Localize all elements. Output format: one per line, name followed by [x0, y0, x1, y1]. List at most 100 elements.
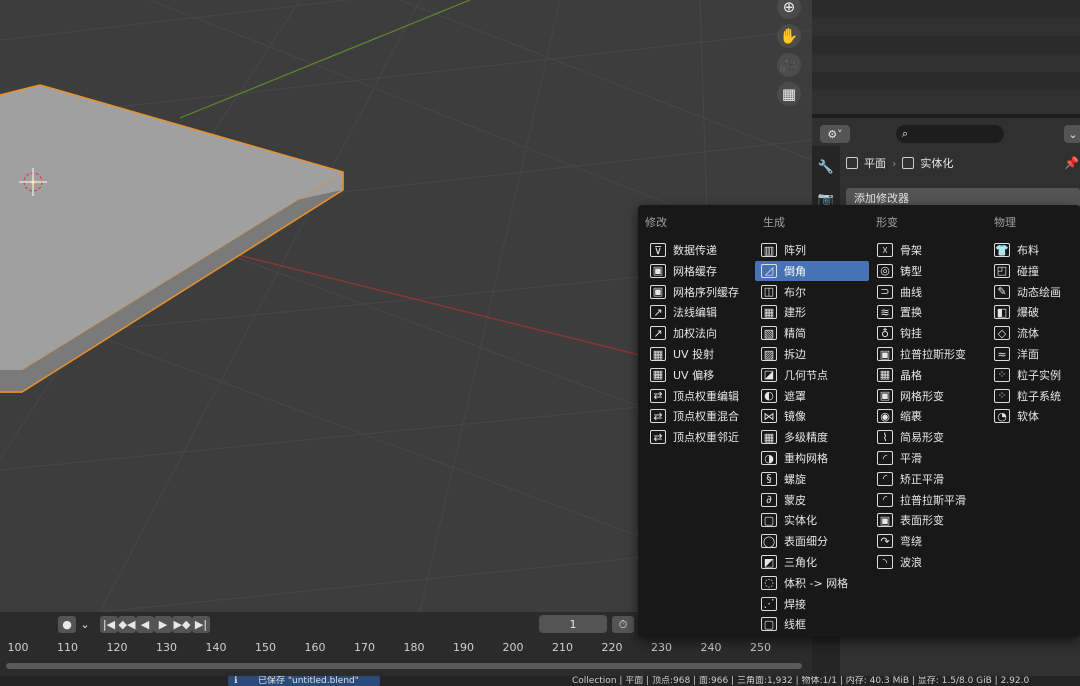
modifier-icon: ↷ — [877, 534, 893, 549]
modifier-menu-item[interactable]: ⇄ 顶点权重编辑 — [644, 386, 754, 406]
prev-keyframe-button[interactable]: ◆◀ — [118, 616, 136, 633]
modifier-menu-item[interactable]: § 螺旋 — [755, 469, 869, 489]
modifier-icon: ▣ — [877, 347, 893, 361]
hand-pan-icon[interactable]: ✋ — [777, 24, 801, 48]
outliner-row[interactable] — [812, 90, 1080, 108]
editor-type-dropdown[interactable]: ⚙˅ — [820, 125, 850, 143]
modifier-menu-item[interactable]: ◑ 重构网格 — [755, 448, 869, 468]
modifier-menu-item-label: 钩挂 — [900, 327, 922, 341]
modifier-menu-item[interactable]: ⇄ 顶点权重混合 — [644, 406, 754, 426]
modifier-menu-item[interactable]: ♁ 钩挂 — [871, 323, 983, 343]
modifier-menu-item-label: 体积 -> 网格 — [784, 576, 849, 590]
modifier-menu-item[interactable]: ⊽ 数据传递 — [644, 240, 754, 260]
modifier-icon: § — [761, 471, 777, 486]
modifier-icon: ▦ — [650, 367, 666, 382]
modifier-menu-item[interactable]: ▢ 实体化 — [755, 510, 869, 530]
modifier-menu-item[interactable]: ↗ 法线编辑 — [644, 302, 754, 322]
play-reverse-button[interactable]: ◀ — [136, 616, 154, 633]
modifier-menu-item[interactable]: ▧ 精简 — [755, 323, 869, 343]
modifier-menu-item[interactable]: ↗ 加权法向 — [644, 323, 754, 343]
chevron-down-icon[interactable]: ⌄ — [78, 616, 92, 633]
modifier-menu-item[interactable]: ◩ 三角化 — [755, 552, 869, 572]
stopwatch-icon[interactable]: ⏱ — [612, 616, 634, 633]
modifier-menu-item-label: 实体化 — [784, 514, 817, 528]
modifier-menu-item-label: 缩裹 — [900, 410, 922, 424]
modifier-menu-item[interactable]: ◪ 几何节点 — [755, 365, 869, 385]
chevron-down-icon[interactable]: ⌄ — [1064, 125, 1080, 143]
outliner-row[interactable] — [812, 54, 1080, 72]
timeline-tick-label: 180 — [403, 641, 425, 654]
modifier-menu-item[interactable]: ≈ 洋面 — [988, 344, 1080, 364]
modifier-menu-item[interactable]: ◧ 爆破 — [988, 302, 1080, 322]
modifier-menu-item[interactable]: ↷ 弯绕 — [871, 531, 983, 551]
modifier-menu-item[interactable]: ⁘ 粒子系统 — [988, 386, 1080, 406]
auto-keying-toggle[interactable]: ● — [58, 616, 76, 633]
modifier-menu-item-label: 顶点权重编辑 — [673, 389, 739, 403]
modifier-menu-item[interactable]: ◜ 平滑 — [871, 448, 983, 468]
jump-end-button[interactable]: ▶| — [192, 616, 210, 633]
properties-search-input[interactable]: ⌕ — [896, 125, 1004, 143]
next-keyframe-button[interactable]: ▶◆ — [172, 616, 192, 633]
modifier-menu-item[interactable]: ⊃ 曲线 — [871, 282, 983, 302]
modifier-menu-item[interactable]: ⁘ 粒子实例 — [988, 365, 1080, 385]
modifier-menu-item-label: 镜像 — [784, 410, 806, 424]
modifier-menu-item[interactable]: ▥ 阵列 — [755, 240, 869, 260]
modifier-menu-item[interactable]: ☓ 骨架 — [871, 240, 983, 260]
modifier-menu-item[interactable]: ▦ 建形 — [755, 302, 869, 322]
modifier-menu-item[interactable]: ◰ 碰撞 — [988, 261, 1080, 281]
modifier-menu-item[interactable]: ⇄ 顶点权重邻近 — [644, 427, 754, 447]
modifier-menu-item[interactable]: ▣ 网格缓存 — [644, 261, 754, 281]
modifier-menu-item[interactable]: ◯ 表面细分 — [755, 531, 869, 551]
pin-icon[interactable]: 📌 — [1064, 156, 1079, 170]
modifier-menu-item[interactable]: ∂ 蒙皮 — [755, 490, 869, 510]
modifier-menu-item[interactable]: ◎ 铸型 — [871, 261, 983, 281]
modifier-menu-item[interactable]: ✎ 动态绘画 — [988, 282, 1080, 302]
modifier-menu-item[interactable]: ◇ 流体 — [988, 323, 1080, 343]
modifier-menu-item[interactable]: ▦ 晶格 — [871, 365, 983, 385]
modifier-icon: ∂ — [761, 492, 777, 507]
modifier-menu-item[interactable]: ◜ 拉普拉斯平滑 — [871, 490, 983, 510]
modifier-menu-item[interactable]: ⋰ 焊接 — [755, 594, 869, 614]
outliner-row[interactable] — [812, 72, 1080, 90]
area-divider[interactable] — [812, 114, 1080, 118]
modifier-menu-item[interactable]: ⌇ 简易形变 — [871, 427, 983, 447]
modifier-menu-item[interactable]: ▦ UV 偏移 — [644, 365, 754, 385]
jump-start-button[interactable]: |◀ — [100, 616, 118, 633]
camera-icon[interactable]: 🎥 — [777, 53, 801, 77]
outliner-row[interactable] — [812, 36, 1080, 54]
tool-icon[interactable]: 🔧 — [816, 158, 836, 178]
modifier-menu-item[interactable]: ◔ 软体 — [988, 406, 1080, 426]
modifier-menu-item[interactable]: ▢ 线框 — [755, 614, 869, 634]
modifier-menu-item[interactable]: 👕 布料 — [988, 240, 1080, 260]
modifier-menu-item[interactable]: ▣ 表面形变 — [871, 510, 983, 530]
modifier-icon: ▦ — [761, 305, 777, 320]
modifier-menu-item[interactable]: ⋈ 镜像 — [755, 406, 869, 426]
plane-object[interactable] — [0, 84, 344, 393]
modifier-menu-item[interactable]: ◝ 波浪 — [871, 552, 983, 572]
modifier-icon: ⊃ — [877, 284, 893, 299]
modifier-menu-item[interactable]: ◫ 布尔 — [755, 282, 869, 302]
play-button[interactable]: ▶ — [154, 616, 172, 633]
modifier-menu-item[interactable]: ▣ 网格形变 — [871, 386, 983, 406]
timeline-tick-label: 240 — [700, 641, 722, 654]
modifier-menu-item[interactable]: ◐ 遮罩 — [755, 386, 869, 406]
modifier-menu-item[interactable]: ◜ 矫正平滑 — [871, 469, 983, 489]
modifier-menu-item[interactable]: ▦ 多级精度 — [755, 427, 869, 447]
modifier-menu-item[interactable]: ▣ 网格序列缓存 — [644, 282, 754, 302]
modifier-menu-item[interactable]: ◉ 缩裹 — [871, 406, 983, 426]
modifier-menu-item[interactable]: ◌ 体积 -> 网格 — [755, 573, 869, 593]
timeline-ruler[interactable]: 100 110 120 130 140 150 160 170 180 190 200 210 220 2… — [0, 637, 812, 659]
modifier-menu-item[interactable]: ▦ UV 投射 — [644, 344, 754, 364]
modifier-menu-item[interactable]: ▨ 拆边 — [755, 344, 869, 364]
current-frame-field[interactable]: 1 — [539, 615, 607, 633]
modifier-menu-item[interactable]: ▣ 拉普拉斯形变 — [871, 344, 983, 364]
modifier-menu-item-label: 阵列 — [784, 244, 806, 257]
outliner-row[interactable] — [812, 0, 1080, 18]
modifier-icon: ◜ — [877, 492, 893, 507]
grid-ortho-icon[interactable]: ▦ — [777, 82, 801, 106]
modifier-menu-item[interactable]: ≋ 置换 — [871, 302, 983, 322]
timeline-scrollbar[interactable] — [6, 663, 802, 669]
modifier-menu-item-label: 网格形变 — [900, 389, 944, 403]
modifier-menu-item[interactable]: ◿ 倒角 — [755, 260, 869, 281]
outliner-row[interactable] — [812, 18, 1080, 36]
